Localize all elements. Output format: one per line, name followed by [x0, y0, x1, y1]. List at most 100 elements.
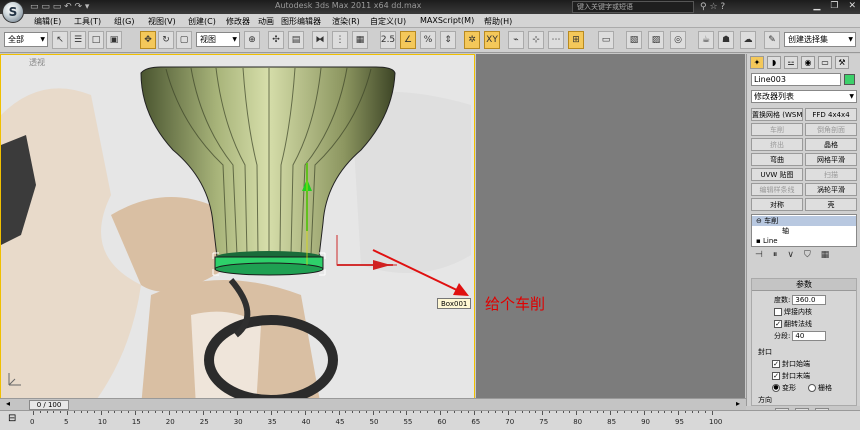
help-icons[interactable]: ⚲ ☆ ? [700, 2, 725, 12]
viewport-label[interactable]: 透视 [29, 57, 45, 68]
modifier-button-shell[interactable]: 壳 [805, 198, 857, 211]
reference-coordinate-dropdown[interactable]: 视图 [196, 32, 240, 47]
modifier-button-lathe[interactable]: 车削 [751, 123, 803, 136]
configure-sets-icon[interactable]: ▦ [821, 250, 830, 264]
select-manipulate-icon[interactable]: ✣ [268, 31, 284, 49]
cap-start-row[interactable]: ✓ 封口始端 [772, 359, 810, 369]
pivot-center-icon[interactable]: ⊕ [244, 31, 260, 49]
spinner-snap-icon[interactable]: ⇕ [440, 31, 456, 49]
quick-access-icons[interactable]: ▭ ▭ ▭ ↶ ↷ ▾ [30, 2, 89, 12]
stack-item-axis[interactable]: 轴 [752, 226, 856, 236]
modifier-button-symmetry[interactable]: 对称 [751, 198, 803, 211]
grid-radio[interactable] [808, 384, 816, 392]
menu-views[interactable]: 视图(V) [148, 16, 176, 27]
active-shade-icon[interactable]: ▨ [648, 31, 664, 49]
make-unique-icon[interactable]: ∨ [787, 250, 794, 264]
parameters-rollout-header[interactable]: 参数 [752, 279, 856, 291]
render-setup-icon[interactable]: ⊞ [568, 31, 584, 49]
mirror-icon[interactable]: ⧓ [312, 31, 328, 49]
segments-spinner[interactable]: 40 [792, 331, 827, 341]
cap-end-checkbox[interactable]: ✓ [772, 372, 780, 380]
display-tab-icon[interactable]: ▭ [818, 56, 832, 69]
named-selection-dropdown[interactable]: 创建选择集 [784, 32, 856, 47]
menu-tools[interactable]: 工具(T) [74, 16, 101, 27]
select-rotate-icon[interactable]: ↻ [158, 31, 174, 49]
menu-maxscript[interactable]: MAXScript(M) [420, 16, 474, 25]
menu-help[interactable]: 帮助(H) [484, 16, 512, 27]
teapot-render-icon[interactable]: ☕ [698, 31, 714, 49]
menu-customize[interactable]: 自定义(U) [370, 16, 406, 27]
named-selection-icon[interactable]: ✎ [764, 31, 780, 49]
utilities-tab-icon[interactable]: ⚒ [835, 56, 849, 69]
close-icon[interactable]: ✕ [848, 1, 856, 11]
modifier-button-turbosmooth[interactable]: 涡轮平滑 [805, 183, 857, 196]
trackbar-icon[interactable]: ⊟ [8, 413, 16, 424]
rectangular-region-icon[interactable]: □ [88, 31, 104, 49]
modifier-button-bend[interactable]: 弯曲 [751, 153, 803, 166]
menu-edit[interactable]: 编辑(E) [34, 16, 61, 27]
menu-graph-editors[interactable]: 图形编辑器 [281, 16, 321, 27]
select-by-name-icon[interactable]: ☰ [70, 31, 86, 49]
pin-stack-icon[interactable]: ⊣ [755, 250, 763, 264]
stack-item-line[interactable]: ▪ Line [752, 236, 856, 246]
environment-icon[interactable]: ☁ [740, 31, 756, 49]
select-object-icon[interactable]: ↖ [52, 31, 68, 49]
modifier-button-ffd[interactable]: FFD 4x4x4 [805, 108, 857, 121]
quick-render-icon[interactable]: ▧ [626, 31, 642, 49]
stack-item-lathe[interactable]: ⊖ 车削 [752, 216, 856, 226]
cap-end-row[interactable]: ✓ 封口末端 [772, 371, 810, 381]
modifier-button-edit-spline[interactable]: 编辑样条线 [751, 183, 803, 196]
menu-animation[interactable]: 动画 [258, 16, 274, 27]
edit-named-selection-icon[interactable]: ✲ [464, 31, 480, 49]
maximize-icon[interactable]: ❐ [830, 1, 838, 11]
modifier-button-uvw-map[interactable]: UVW 贴图 [751, 168, 803, 181]
modifier-button-bevel-profile[interactable]: 倒角剖面 [805, 123, 857, 136]
hierarchy-tab-icon[interactable]: ⚍ [784, 56, 798, 69]
select-scale-icon[interactable]: ▢ [176, 31, 192, 49]
menu-group[interactable]: 组(G) [114, 16, 134, 27]
remove-modifier-icon[interactable]: ⛉ [804, 250, 811, 264]
create-tab-icon[interactable]: ✦ [750, 56, 764, 69]
time-slider[interactable]: 0 / 100 [29, 400, 69, 410]
render-frame-icon[interactable]: ▭ [598, 31, 614, 49]
modifier-button-displace-mesh[interactable]: 置换网格 (WSM) [751, 108, 803, 121]
flip-normals-row[interactable]: ✓ 翻转法线 [774, 319, 812, 329]
percent-snap-icon[interactable]: % [420, 31, 436, 49]
layer-manager-icon[interactable]: ▦ [352, 31, 368, 49]
curve-editor-icon[interactable]: ⌁ [508, 31, 524, 49]
prev-frame-icon[interactable]: ◂ [6, 399, 10, 408]
modify-tab-icon[interactable]: ◗ [767, 56, 781, 69]
schematic-view-icon[interactable]: ⊹ [528, 31, 544, 49]
degrees-spinner[interactable]: 360.0 [792, 295, 827, 305]
timeline-ruler[interactable]: ⊟ 0 5 10 15 20 25 30 35 40 45 50 55 60 65 70 75 80 85 90 95… [0, 410, 860, 430]
orbit-icon[interactable]: ◎ [670, 31, 686, 49]
keyboard-shortcut-icon[interactable]: ▤ [288, 31, 304, 49]
angle-snap-icon[interactable]: ∠ [400, 31, 416, 49]
time-slider-track[interactable]: 0 / 100 ◂ ▸ [0, 398, 746, 410]
weld-core-checkbox[interactable] [774, 308, 782, 316]
modifier-button-sweep[interactable]: 扫描 [805, 168, 857, 181]
align-icon[interactable]: ⋮ [332, 31, 348, 49]
modifier-button-lattice[interactable]: 晶格 [805, 138, 857, 151]
selection-filter-dropdown[interactable]: 全部 [4, 32, 48, 47]
material-editor-icon[interactable]: ⋯ [548, 31, 564, 49]
modifier-list-dropdown[interactable]: 修改器列表 [751, 90, 857, 103]
modifier-button-extrude[interactable]: 挤出 [751, 138, 803, 151]
object-name-field[interactable]: Line003 [751, 73, 841, 86]
menu-create[interactable]: 创建(C) [188, 16, 216, 27]
motion-tab-icon[interactable]: ◉ [801, 56, 815, 69]
select-move-icon[interactable]: ✥ [140, 31, 156, 49]
next-frame-icon[interactable]: ▸ [736, 399, 740, 408]
modifier-button-meshsmooth[interactable]: 网格平滑 [805, 153, 857, 166]
flip-normals-checkbox[interactable]: ✓ [774, 320, 782, 328]
object-color-swatch[interactable] [844, 74, 855, 85]
menu-rendering[interactable]: 渲染(R) [332, 16, 360, 27]
search-input[interactable]: 键入关键字或短语 [572, 1, 694, 13]
right-viewport[interactable] [476, 54, 745, 406]
weld-core-row[interactable]: 焊接内核 [774, 307, 812, 317]
menu-modifiers[interactable]: 修改器 [226, 16, 250, 27]
window-crossing-icon[interactable]: ▣ [106, 31, 122, 49]
cap-start-checkbox[interactable]: ✓ [772, 360, 780, 368]
show-end-result-icon[interactable]: ⏸ [773, 250, 778, 264]
xy-plane-button[interactable]: XY [484, 31, 500, 49]
